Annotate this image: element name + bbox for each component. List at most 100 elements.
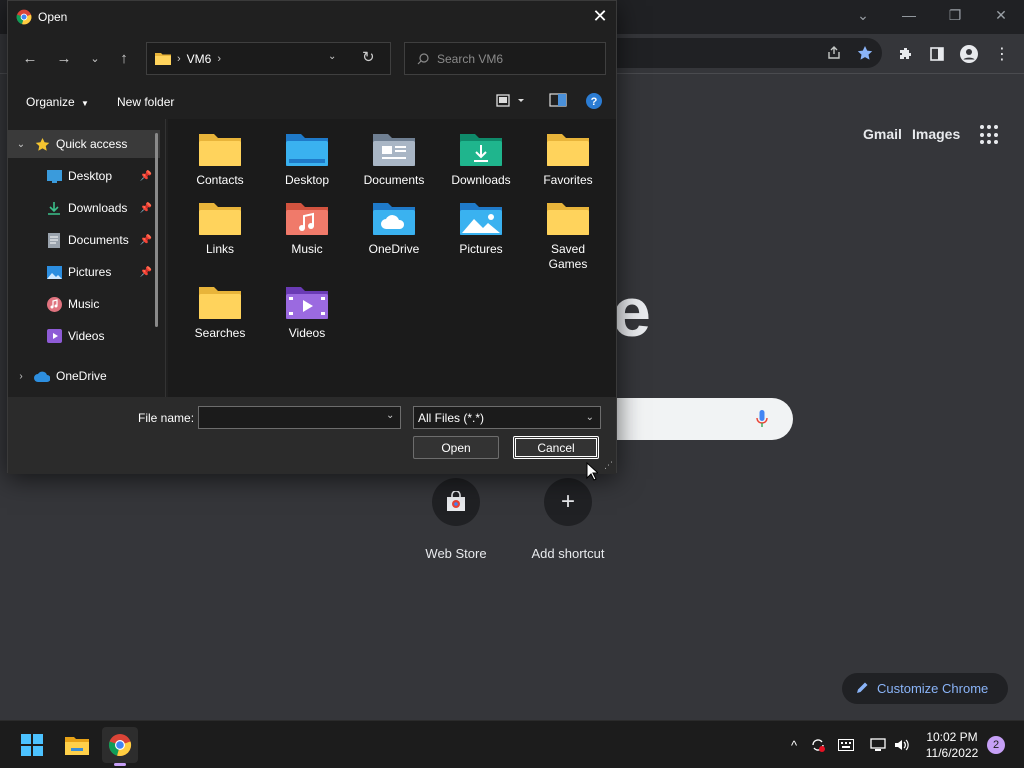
show-hidden-icons-chevron[interactable]: ^ <box>784 735 804 755</box>
refresh-icon[interactable]: ↻ <box>362 48 375 66</box>
folder-item-documents[interactable]: Documents <box>354 131 434 188</box>
sync-icon[interactable] <box>808 735 828 755</box>
file-explorer-taskbar-icon[interactable] <box>59 727 95 763</box>
new-folder-button[interactable]: New folder <box>117 95 174 109</box>
keyboard-icon[interactable] <box>836 735 856 755</box>
shortcut-add[interactable]: + Add shortcut <box>512 478 624 561</box>
folder-item-pictures[interactable]: Pictures <box>441 200 521 257</box>
file-name-dropdown-icon[interactable]: ⌄ <box>386 410 394 421</box>
preview-pane-icon[interactable] <box>549 93 567 110</box>
customize-chrome-button[interactable]: Customize Chrome <box>842 673 1008 704</box>
start-button[interactable] <box>14 727 50 763</box>
desktop-icon <box>46 168 62 184</box>
folder-item-contacts[interactable]: Contacts <box>180 131 260 188</box>
nav-label: Desktop <box>68 169 113 183</box>
nav-videos[interactable]: Videos <box>8 322 160 350</box>
volume-icon[interactable] <box>892 735 912 755</box>
search-placeholder: Search VM6 <box>437 51 504 66</box>
voice-search-icon[interactable] <box>756 410 768 433</box>
nav-label: Music <box>68 297 100 311</box>
file-type-select[interactable]: All Files (*.*) ⌄ <box>413 406 601 429</box>
nav-label: Videos <box>68 329 105 343</box>
shortcut-web-store[interactable]: Web Store <box>400 478 512 561</box>
nav-pictures[interactable]: Pictures 📌 <box>8 258 160 286</box>
nav-onedrive[interactable]: › OneDrive <box>8 362 160 390</box>
search-icon <box>417 52 429 65</box>
up-arrow-icon[interactable]: ↑ <box>113 47 135 69</box>
back-arrow-icon[interactable]: ← <box>19 47 41 69</box>
pin-icon[interactable]: 📌 <box>140 203 152 214</box>
google-apps-icon[interactable] <box>980 125 1000 145</box>
folder-item-favorites[interactable]: Favorites <box>528 131 608 188</box>
taskbar-clock[interactable]: 10:02 PM 11/6/2022 <box>918 729 986 761</box>
omnibox[interactable] <box>600 38 882 68</box>
chrome-restore-button[interactable]: ❐ <box>932 0 978 30</box>
network-icon[interactable] <box>868 735 888 755</box>
address-dropdown-icon[interactable]: ⌄ <box>328 51 336 62</box>
item-label: Pictures <box>459 242 503 256</box>
file-name-label: File name: <box>138 411 195 425</box>
command-bar: Organize ▼ New folder ? <box>8 87 616 117</box>
dialog-title: Open <box>38 10 68 24</box>
side-panel-icon[interactable] <box>925 42 949 66</box>
chrome-taskbar-icon[interactable] <box>102 727 138 766</box>
profile-avatar-icon[interactable] <box>957 42 981 66</box>
clock-date: 11/6/2022 <box>925 746 979 760</box>
help-icon[interactable]: ? <box>586 93 602 112</box>
share-icon[interactable] <box>822 41 846 65</box>
pin-icon[interactable]: 📌 <box>140 267 152 278</box>
downloads-folder-icon <box>460 134 502 166</box>
resize-grip-icon[interactable]: ⋰ <box>604 460 613 471</box>
forward-arrow-icon[interactable]: → <box>53 47 75 69</box>
nav-label: Downloads <box>68 201 128 215</box>
active-app-indicator <box>114 763 126 766</box>
pin-icon[interactable]: 📌 <box>140 171 152 182</box>
folder-item-music[interactable]: Music <box>267 200 347 257</box>
address-bar[interactable]: › VM6 › <box>146 42 391 75</box>
recent-locations-chevron-icon[interactable]: ⌄ <box>84 47 106 69</box>
view-options-icon[interactable] <box>496 93 526 112</box>
music-icon <box>46 296 62 312</box>
shortcut-label: Add shortcut <box>531 546 605 561</box>
breadcrumb-folder[interactable]: VM6 <box>187 52 212 66</box>
dialog-close-button[interactable]: ✕ <box>584 1 616 31</box>
pin-icon[interactable]: 📌 <box>140 235 152 246</box>
nav-music[interactable]: Music <box>8 290 160 318</box>
nav-desktop[interactable]: Desktop 📌 <box>8 162 160 190</box>
search-box[interactable]: Search VM6 <box>404 42 606 75</box>
nav-downloads[interactable]: Downloads 📌 <box>8 194 160 222</box>
chevron-down-icon[interactable]: ⌄ <box>8 139 34 150</box>
nav-label: Pictures <box>68 265 112 279</box>
folder-item-links[interactable]: Links <box>180 200 260 257</box>
nav-label: Quick access <box>56 137 128 151</box>
images-link[interactable]: Images <box>912 126 960 142</box>
chrome-menu-icon[interactable]: ⋮ <box>990 42 1014 66</box>
breadcrumb-separator-icon[interactable]: › <box>217 53 221 65</box>
folder-item-videos[interactable]: Videos <box>267 284 347 341</box>
nav-quick-access[interactable]: ⌄ Quick access <box>8 130 160 158</box>
open-button[interactable]: Open <box>413 436 499 459</box>
chrome-minimize-button[interactable]: — <box>886 0 932 30</box>
folder-item-onedrive[interactable]: OneDrive <box>354 200 434 257</box>
nav-pane-scrollbar[interactable] <box>155 133 158 327</box>
chrome-close-button[interactable]: ✕ <box>978 0 1024 30</box>
taskbar: ^ 10:02 PM 11/6/2022 2 <box>0 720 1024 768</box>
folder-item-saved-games[interactable]: Saved Games <box>528 200 608 272</box>
folder-item-desktop[interactable]: Desktop <box>267 131 347 188</box>
notification-count-badge[interactable]: 2 <box>987 736 1005 754</box>
desktop-folder-icon <box>286 134 328 166</box>
organize-menu[interactable]: Organize ▼ <box>26 95 89 109</box>
folder-icon <box>547 203 589 235</box>
folder-item-searches[interactable]: Searches <box>180 284 260 341</box>
file-name-input[interactable] <box>198 406 401 429</box>
chrome-tab-search-icon[interactable]: ⌄ <box>840 0 886 30</box>
cancel-button[interactable]: Cancel <box>513 436 599 459</box>
chevron-right-icon[interactable]: › <box>8 371 34 382</box>
bookmark-star-icon[interactable] <box>853 41 877 65</box>
extensions-icon[interactable] <box>894 42 918 66</box>
google-search-box[interactable] <box>600 398 793 440</box>
dialog-title-bar: Open <box>8 1 616 33</box>
nav-documents[interactable]: Documents 📌 <box>8 226 160 254</box>
gmail-link[interactable]: Gmail <box>863 126 902 142</box>
folder-item-downloads[interactable]: Downloads <box>441 131 521 188</box>
